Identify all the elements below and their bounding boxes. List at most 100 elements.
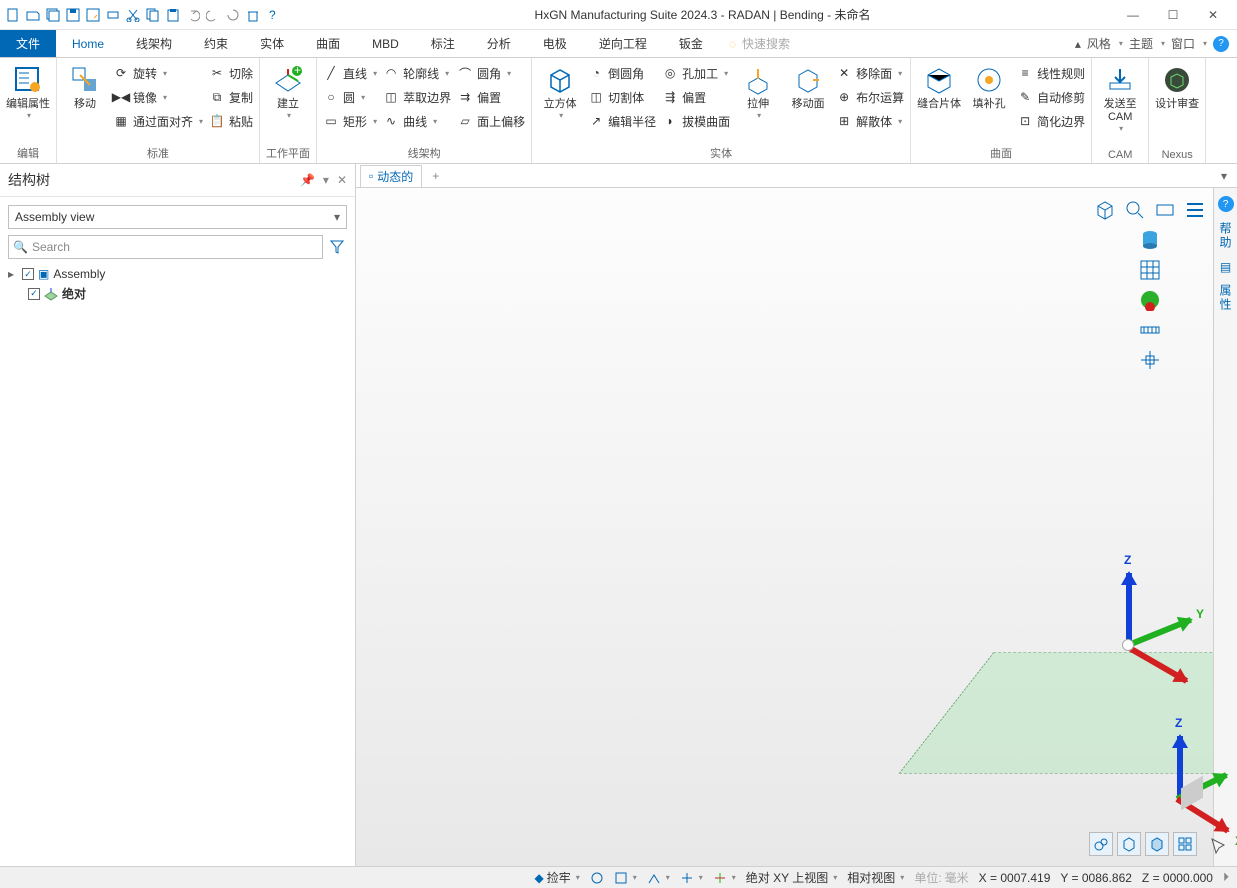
moldcurve-button[interactable]: ◗拔模曲面 <box>662 110 730 132</box>
measure-icon[interactable] <box>1138 318 1162 342</box>
tab-sheetmetal[interactable]: 钣金 <box>663 30 719 57</box>
checkbox-assembly[interactable] <box>22 268 34 280</box>
mirror-button[interactable]: ▶◀镜像▾ <box>113 86 203 108</box>
extrude-button[interactable]: 拉伸▾ <box>736 60 780 120</box>
curve-button[interactable]: ∿曲线▾ <box>383 110 451 132</box>
disperse-button[interactable]: ⊞解散体▾ <box>836 110 904 132</box>
round-button[interactable]: ◔倒圆角 <box>588 62 656 84</box>
tab-mbd[interactable]: MBD <box>356 30 415 57</box>
undo-icon[interactable] <box>184 6 202 24</box>
rail-help-icon[interactable]: ? <box>1218 196 1234 212</box>
cylinder-icon[interactable] <box>1138 228 1162 252</box>
circle-button[interactable]: ○圆▾ <box>323 86 377 108</box>
open-icon[interactable] <box>24 6 42 24</box>
crosshair-icon[interactable] <box>1138 348 1162 372</box>
profile-button[interactable]: ◠轮廓线▾ <box>383 62 451 84</box>
edit-radius-button[interactable]: ↗编辑半径 <box>588 110 656 132</box>
dropdown-icon[interactable]: ▾ <box>323 173 329 187</box>
tree-absolute-row[interactable]: 绝对 <box>8 283 347 304</box>
section-icon[interactable] <box>1153 198 1177 222</box>
vp-btn-4[interactable] <box>1173 832 1197 856</box>
status-icon-3[interactable]: ▾ <box>647 871 670 885</box>
paste-icon[interactable] <box>164 6 182 24</box>
move-button[interactable]: 移动 <box>63 60 107 111</box>
close-button[interactable]: ✕ <box>1203 5 1223 25</box>
refresh-icon[interactable] <box>224 6 242 24</box>
delete-icon[interactable] <box>244 6 262 24</box>
boolean-button[interactable]: ⊕布尔运算 <box>836 86 904 108</box>
save-icon[interactable] <box>64 6 82 24</box>
checkbox-absolute[interactable] <box>28 288 40 300</box>
style-menu[interactable]: 风格 <box>1087 35 1111 52</box>
tab-home[interactable]: Home <box>56 30 120 57</box>
copy-button[interactable]: ⧉复制 <box>209 86 253 108</box>
view-cube-icon[interactable] <box>1093 198 1117 222</box>
offset2-button[interactable]: ⇶偏置 <box>662 86 730 108</box>
auto-trim-button[interactable]: ✎自动修剪 <box>1017 86 1085 108</box>
fillet-button[interactable]: ⌒圆角▾ <box>457 62 525 84</box>
close-panel-icon[interactable]: ✕ <box>337 173 347 187</box>
tab-analyze[interactable]: 分析 <box>471 30 527 57</box>
align-button[interactable]: ▦通过面对齐▾ <box>113 110 203 132</box>
material-icon[interactable] <box>1138 288 1162 312</box>
tab-constraint[interactable]: 约束 <box>188 30 244 57</box>
filter-icon[interactable] <box>327 237 347 257</box>
tab-surface[interactable]: 曲面 <box>300 30 356 57</box>
relative-view-button[interactable]: 相对视图▾ <box>847 869 904 886</box>
paste-button[interactable]: 📋粘贴 <box>209 110 253 132</box>
vp-btn-1[interactable] <box>1089 832 1113 856</box>
sew-button[interactable]: 缝合片体 <box>917 60 961 111</box>
add-tab-button[interactable]: + <box>426 169 445 183</box>
tab-solid[interactable]: 实体 <box>244 30 300 57</box>
design-review-button[interactable]: 设计审查 <box>1155 60 1199 111</box>
tab-wireframe[interactable]: 线架构 <box>120 30 188 57</box>
offset-button[interactable]: ⇉偏置 <box>457 86 525 108</box>
expander-icon[interactable]: ▸ <box>8 267 18 281</box>
status-icon-1[interactable] <box>590 871 604 885</box>
search-input[interactable]: 🔍Search <box>8 235 323 259</box>
absolute-view-button[interactable]: 绝对 XY 上视图▾ <box>746 869 837 886</box>
doc-tab-dynamic[interactable]: ▫ 动态的 <box>360 165 422 187</box>
save-as-icon[interactable] <box>84 6 102 24</box>
slice-button[interactable]: ◫切割体 <box>588 86 656 108</box>
tab-reverse[interactable]: 逆向工程 <box>583 30 663 57</box>
theme-menu[interactable]: 主题 <box>1129 35 1153 52</box>
view-combo[interactable]: Assembly view▾ <box>8 205 347 229</box>
cut-button[interactable]: ✂切除 <box>209 62 253 84</box>
pin-icon[interactable]: 📌 <box>300 173 315 187</box>
cut-icon[interactable] <box>124 6 142 24</box>
workplane-create-button[interactable]: + 建立▾ <box>266 60 310 120</box>
rail-help-tab[interactable]: 帮助 <box>1217 222 1234 250</box>
save-all-icon[interactable] <box>44 6 62 24</box>
move-face-button[interactable]: 移动面 <box>786 60 830 111</box>
hole-button[interactable]: ◎孔加工▾ <box>662 62 730 84</box>
linear-rule-button[interactable]: ≡线性规则 <box>1017 62 1085 84</box>
status-icon-5[interactable]: ▾ <box>713 871 736 885</box>
status-icon-2[interactable]: ▾ <box>614 871 637 885</box>
3d-viewport[interactable]: Z Y ? 帮助 ▤ 属性 <box>356 188 1237 866</box>
rail-props-icon[interactable]: ▤ <box>1220 260 1231 274</box>
tab-annotate[interactable]: 标注 <box>415 30 471 57</box>
delete-face-button[interactable]: ✕移除面▾ <box>836 62 904 84</box>
cube-button[interactable]: 立方体▾ <box>538 60 582 120</box>
edit-properties-button[interactable]: 编辑属性▾ <box>6 60 50 120</box>
simplify-button[interactable]: ⊡简化边界 <box>1017 110 1085 132</box>
menu-icon[interactable] <box>1183 198 1207 222</box>
new-icon[interactable] <box>4 6 22 24</box>
redo-icon[interactable] <box>204 6 222 24</box>
send-to-cam-button[interactable]: 发送至 CAM▾ <box>1098 60 1142 133</box>
help-dropdown-icon[interactable]: ? <box>264 6 282 24</box>
grid-icon[interactable] <box>1138 258 1162 282</box>
fill-hole-button[interactable]: 填补孔 <box>967 60 1011 111</box>
copy-icon[interactable] <box>144 6 162 24</box>
print-icon[interactable] <box>104 6 122 24</box>
maximize-button[interactable]: ☐ <box>1163 5 1183 25</box>
status-icon-4[interactable]: ▾ <box>680 871 703 885</box>
rail-props-tab[interactable]: 属性 <box>1217 284 1234 312</box>
minimize-button[interactable]: — <box>1123 5 1143 25</box>
help-icon[interactable]: ? <box>1213 36 1229 52</box>
collapse-ribbon-icon[interactable]: ▴ <box>1075 37 1081 51</box>
zoom-fit-icon[interactable] <box>1123 198 1147 222</box>
window-menu[interactable]: 窗口 <box>1171 35 1195 52</box>
tabs-menu-icon[interactable]: ▾ <box>1215 169 1233 183</box>
